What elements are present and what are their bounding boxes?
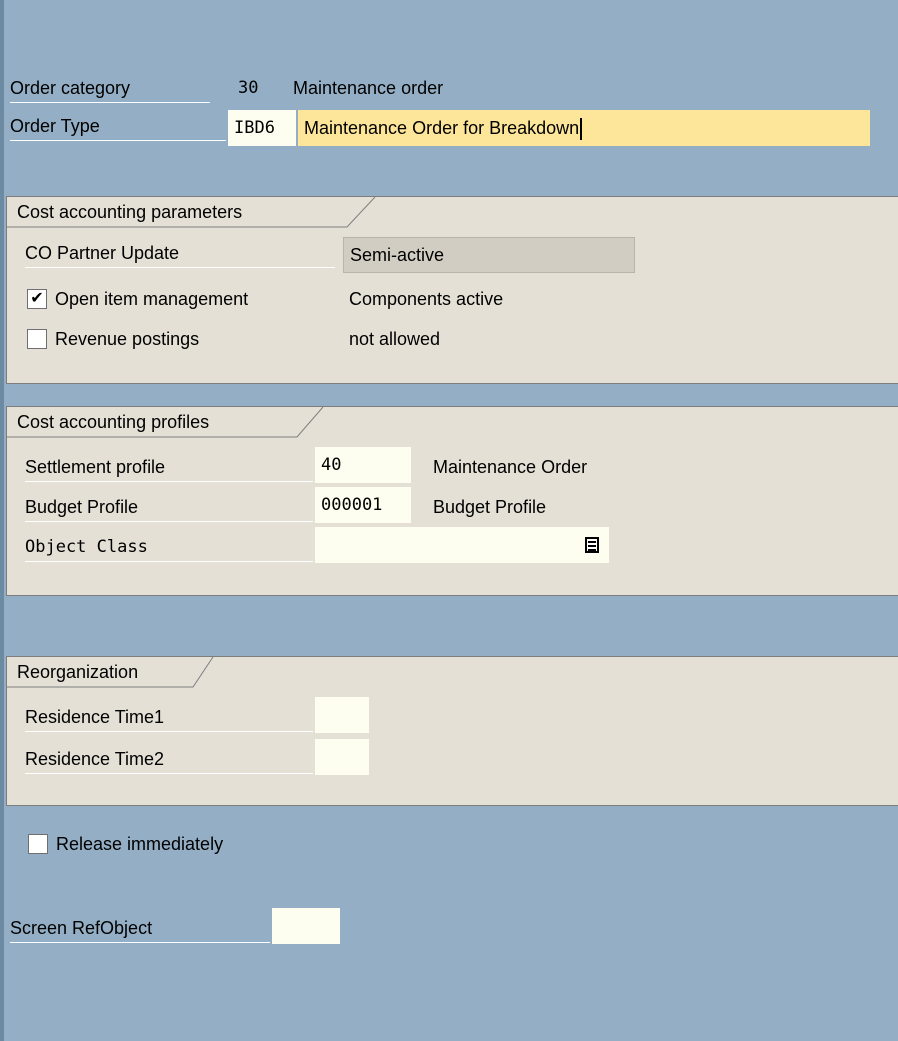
settlement-profile-field[interactable]: 40: [315, 447, 411, 483]
value-help-icon[interactable]: [585, 537, 599, 553]
order-type-text: Maintenance Order for Breakdown: [304, 118, 580, 138]
revenue-postings-checkbox[interactable]: [27, 329, 47, 349]
checkmark-icon: ✔: [30, 290, 44, 307]
revenue-postings-value: not allowed: [349, 329, 441, 349]
group-tab-cost-profiles: Cost accounting profiles: [7, 407, 324, 438]
residence-time1-label: Residence Time1: [25, 703, 313, 732]
revenue-postings-label: Revenue postings: [55, 329, 200, 349]
reorganization-group: Reorganization Residence Time1 Residence…: [6, 656, 898, 806]
reorganization-title: Reorganization: [17, 662, 139, 682]
cost-accounting-profiles-group: Cost accounting profiles Settlement prof…: [6, 406, 898, 596]
object-class-label: Object Class: [25, 533, 313, 562]
budget-profile-desc: Budget Profile: [433, 497, 547, 517]
screen-refobject-label: Screen RefObject: [10, 914, 270, 943]
release-immediately-checkbox[interactable]: [28, 834, 48, 854]
release-immediately-label: Release immediately: [56, 834, 224, 854]
window-left-edge: [0, 0, 4, 1041]
open-item-checkbox[interactable]: ✔: [27, 289, 47, 309]
order-category-label: Order category: [10, 74, 210, 103]
group-tab-cost-parameters: Cost accounting parameters: [7, 197, 376, 228]
open-item-label: Open item management: [55, 289, 249, 309]
screen-refobject-field[interactable]: [272, 908, 340, 944]
residence-time2-field[interactable]: [315, 739, 369, 775]
budget-profile-field[interactable]: 000001: [315, 487, 411, 523]
co-partner-label: CO Partner Update: [25, 239, 335, 268]
open-item-value: Components active: [349, 289, 504, 309]
settlement-profile-label: Settlement profile: [25, 453, 313, 482]
cost-profiles-title: Cost accounting profiles: [17, 412, 210, 432]
order-category-code: 30: [238, 78, 259, 98]
group-tab-reorganization: Reorganization: [7, 657, 214, 688]
cost-accounting-parameters-group: Cost accounting parameters CO Partner Up…: [6, 196, 898, 384]
order-type-text-field[interactable]: Maintenance Order for Breakdown: [298, 110, 870, 146]
object-class-field[interactable]: [315, 527, 609, 563]
residence-time1-field[interactable]: [315, 697, 369, 733]
residence-time2-label: Residence Time2: [25, 745, 313, 774]
text-cursor: [580, 118, 583, 141]
settlement-profile-desc: Maintenance Order: [433, 457, 588, 477]
order-type-code-field[interactable]: IBD6: [228, 110, 296, 146]
order-category-text: Maintenance order: [293, 78, 444, 98]
budget-profile-label: Budget Profile: [25, 493, 313, 522]
co-partner-value-field: Semi-active: [343, 237, 635, 273]
order-type-label: Order Type: [10, 112, 226, 141]
cost-parameters-title: Cost accounting parameters: [17, 202, 243, 222]
